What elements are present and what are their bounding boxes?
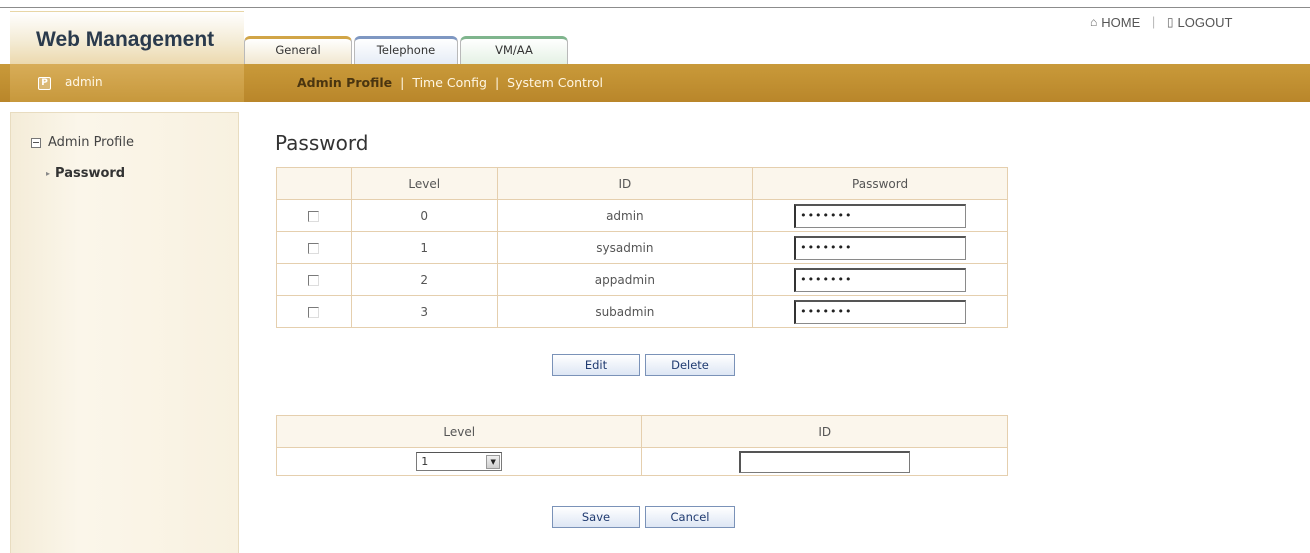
- id-cell: sysadmin: [496, 231, 754, 264]
- column-header-level: Level: [275, 415, 643, 448]
- column-header-id: ID: [641, 415, 1008, 448]
- logout-label: LOGOUT: [1177, 14, 1233, 30]
- subnav-separator: |: [400, 75, 405, 90]
- tab-general[interactable]: General: [244, 36, 352, 64]
- subnav-time-config[interactable]: Time Config: [412, 75, 487, 90]
- user-icon: P: [38, 77, 51, 90]
- header: Web Management General Telephone VM/AA ⌂…: [0, 0, 1310, 64]
- row-checkbox[interactable]: [308, 242, 320, 254]
- column-header-level: Level: [350, 167, 498, 200]
- brand-title: Web Management: [36, 28, 215, 51]
- id-cell: appadmin: [496, 263, 754, 296]
- level-select[interactable]: 1 ▼: [416, 452, 503, 471]
- add-admin-table: Level ID 1 ▼: [275, 415, 1008, 476]
- id-input-cell: [641, 447, 1008, 476]
- level-cell: 0: [350, 199, 498, 232]
- subnav-admin-profile[interactable]: Admin Profile: [297, 75, 392, 90]
- table-header-row: Level ID: [275, 415, 1008, 448]
- password-cell: •••••••: [752, 199, 1008, 232]
- nav-bar: P admin Admin Profile | Time Config | Sy…: [0, 64, 1310, 102]
- username: admin: [65, 75, 103, 89]
- level-cell: 2: [350, 263, 498, 296]
- home-link[interactable]: ⌂ HOME: [1090, 15, 1140, 30]
- id-input[interactable]: [739, 450, 911, 473]
- level-cell: 1: [350, 231, 498, 264]
- password-table: Level ID Password 0 admin ••••••• 1 sysa…: [276, 167, 1008, 328]
- level-cell: 3: [350, 295, 498, 328]
- password-cell: •••••••: [752, 231, 1008, 264]
- column-header-password: Password: [752, 167, 1008, 200]
- chevron-down-icon[interactable]: ▼: [486, 454, 501, 469]
- top-links-separator: |: [1151, 14, 1156, 29]
- row-checkbox[interactable]: [308, 274, 320, 286]
- edit-button[interactable]: Edit: [552, 354, 640, 376]
- save-button[interactable]: Save: [552, 506, 640, 528]
- table-row: 3 subadmin •••••••: [276, 295, 1008, 328]
- top-divider: [0, 7, 1310, 8]
- column-header-id: ID: [496, 167, 754, 200]
- delete-button[interactable]: Delete: [645, 354, 735, 376]
- page-title: Password: [275, 131, 369, 155]
- id-cell: subadmin: [496, 295, 754, 328]
- level-select-value: 1: [421, 455, 429, 468]
- table-header-row: Level ID Password: [276, 167, 1008, 200]
- id-cell: admin: [496, 199, 754, 232]
- cancel-button[interactable]: Cancel: [645, 506, 735, 528]
- sub-navigation: Admin Profile | Time Config | System Con…: [297, 75, 603, 90]
- row-checkbox[interactable]: [308, 210, 320, 222]
- password-field[interactable]: •••••••: [794, 267, 967, 292]
- level-select-cell: 1 ▼: [275, 447, 643, 476]
- top-links: ⌂ HOME | ▯ LOGOUT: [1090, 14, 1232, 30]
- current-user: P admin: [10, 64, 244, 102]
- sidebar-item-label: Admin Profile: [48, 135, 134, 150]
- bullet-arrow-icon: ▸: [46, 169, 51, 178]
- home-label: HOME: [1101, 14, 1141, 30]
- row-select-cell: [276, 263, 352, 296]
- brand-logo: Web Management: [10, 11, 244, 64]
- row-select-cell: [276, 231, 352, 264]
- logout-icon: ▯: [1166, 15, 1174, 29]
- password-cell: •••••••: [752, 295, 1008, 328]
- table-row: 0 admin •••••••: [276, 199, 1008, 232]
- row-checkbox[interactable]: [308, 306, 320, 318]
- column-header-select: [276, 167, 352, 200]
- row-select-cell: [276, 295, 352, 328]
- table-row: 1 sysadmin •••••••: [276, 231, 1008, 264]
- table-row: 2 appadmin •••••••: [276, 263, 1008, 296]
- tab-telephone[interactable]: Telephone: [354, 36, 458, 64]
- row-select-cell: [276, 199, 352, 232]
- sidebar-item-label: Password: [55, 166, 126, 181]
- password-field[interactable]: •••••••: [794, 299, 967, 324]
- subnav-separator: |: [494, 75, 500, 90]
- tab-vm-aa[interactable]: VM/AA: [460, 36, 568, 64]
- sidebar-item-password[interactable]: ▸ Password: [46, 166, 125, 181]
- logout-link[interactable]: ▯ LOGOUT: [1167, 15, 1233, 30]
- subnav-system-control[interactable]: System Control: [507, 75, 603, 90]
- password-field[interactable]: •••••••: [794, 203, 967, 228]
- password-field[interactable]: •••••••: [794, 235, 967, 260]
- home-icon: ⌂: [1090, 15, 1098, 29]
- sidebar: Admin Profile ▸ Password: [10, 112, 239, 553]
- password-cell: •••••••: [752, 263, 1008, 296]
- table-row: 1 ▼: [275, 447, 1008, 476]
- sidebar-item-admin-profile[interactable]: Admin Profile: [31, 135, 134, 150]
- collapse-icon[interactable]: [31, 137, 41, 148]
